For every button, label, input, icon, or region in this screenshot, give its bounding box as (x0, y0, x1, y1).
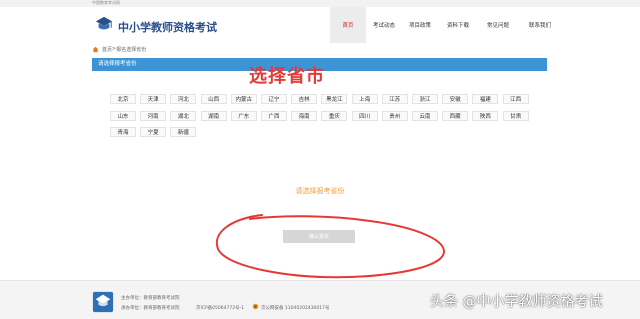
province-button[interactable]: 甘肃 (502, 110, 529, 121)
police-badge-icon (252, 303, 259, 310)
province-button[interactable]: 黑龙江 (321, 94, 348, 104)
province-button[interactable]: 新疆 (170, 127, 197, 137)
province-button[interactable]: 陕西 (472, 110, 499, 121)
province-button[interactable]: 上海 (351, 94, 378, 104)
province-button[interactable]: 宁夏 (140, 127, 167, 137)
province-button[interactable]: 湖北 (170, 110, 197, 121)
top-strip: 中国教育考试网 (0, 0, 640, 7)
site-logo-text[interactable]: 中小学教师资格考试 (118, 19, 217, 35)
province-button[interactable]: 青海 (110, 127, 136, 137)
nav-contact[interactable]: 联系我们 (518, 7, 562, 43)
province-button[interactable]: 北京 (110, 94, 136, 104)
province-button[interactable]: 湖南 (200, 110, 227, 121)
nav-policy[interactable]: 项目政策 (402, 7, 438, 43)
top-strip-text: 中国教育考试网 (92, 0, 120, 5)
breadcrumb-current: 报名选择省份 (116, 46, 147, 53)
province-button[interactable]: 贵州 (381, 110, 408, 121)
nav-home[interactable]: 首页 (330, 7, 366, 43)
breadcrumb: 首页 > 报名选择省份 (92, 44, 146, 54)
province-button[interactable]: 重庆 (321, 110, 348, 121)
footer-icp[interactable]: 京ICP备05064772号-1 (196, 305, 244, 311)
province-button[interactable]: 云南 (412, 110, 438, 121)
nav-exam-news[interactable]: 考试动态 (366, 7, 402, 43)
breadcrumb-home[interactable]: 首页 (102, 46, 112, 53)
confirm-register-button[interactable]: 确认报名 (283, 230, 355, 243)
footer-sponsor: 主办单位：教育部教育考试院 (121, 296, 180, 301)
annotation-title: 选择省市 (249, 66, 325, 87)
province-button[interactable]: 吉林 (291, 94, 318, 104)
province-button[interactable]: 江苏 (381, 94, 408, 104)
province-button[interactable]: 浙江 (412, 94, 438, 104)
province-button[interactable]: 内蒙古 (230, 94, 257, 104)
home-icon (92, 46, 99, 52)
red-circle-annotation (215, 214, 446, 279)
province-button[interactable]: 福建 (472, 94, 499, 104)
main-nav: 首页 考试动态 项目政策 资料下载 常见问题 联系我们 (330, 7, 562, 43)
province-button[interactable]: 江西 (502, 94, 529, 104)
section-title: 请选择报考省份 (98, 61, 137, 67)
province-button[interactable]: 山西 (200, 94, 227, 104)
province-button[interactable]: 广西 (261, 110, 287, 121)
footer-operator: 承办单位：教育部教育考试院 (121, 306, 180, 311)
province-button[interactable]: 海南 (291, 110, 318, 121)
province-button[interactable]: 天津 (140, 94, 167, 104)
province-button[interactable]: 辽宁 (261, 94, 287, 104)
province-button[interactable]: 广东 (230, 110, 257, 121)
province-button[interactable]: 安徽 (442, 94, 469, 104)
nav-faq[interactable]: 常见问题 (478, 7, 518, 43)
select-province-prompt: 请选择报考省份 (295, 187, 345, 195)
logo-icon (95, 16, 113, 30)
footer-beian[interactable]: 京公网安备 11040202430017号 (261, 305, 330, 311)
province-button[interactable]: 山东 (110, 110, 136, 121)
site-header: 中小学教师资格考试 首页 考试动态 项目政策 资料下载 常见问题 联系我们 (0, 7, 640, 43)
watermark: 头条 @中小学教师资格考试 (430, 294, 603, 310)
province-button[interactable]: 河北 (170, 94, 197, 104)
footer-logo-icon (92, 291, 114, 313)
province-button[interactable]: 四川 (351, 110, 378, 121)
nav-downloads[interactable]: 资料下载 (438, 7, 478, 43)
province-button[interactable]: 河南 (140, 110, 167, 121)
province-button[interactable]: 西藏 (442, 110, 469, 121)
